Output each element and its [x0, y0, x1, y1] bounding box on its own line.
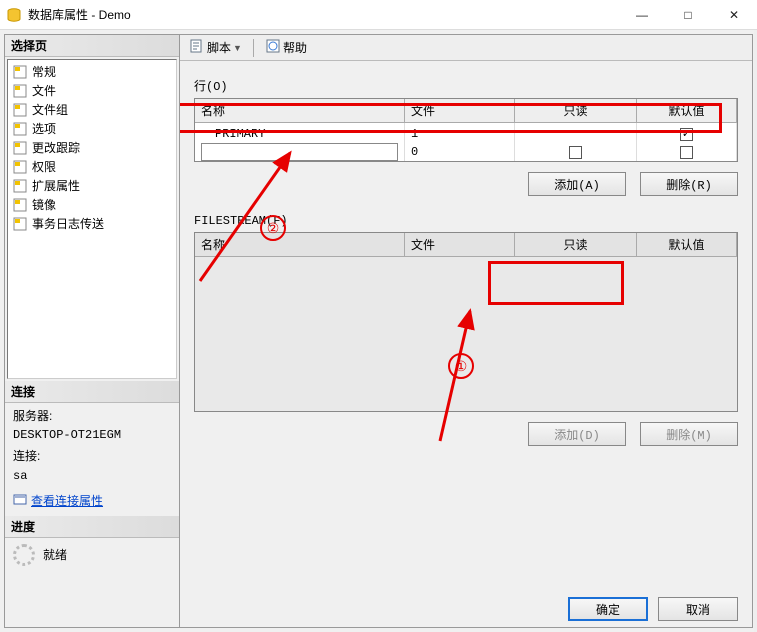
col-name: 名称 — [195, 233, 405, 257]
page-label: 事务日志传送 — [32, 215, 104, 232]
login-label: 连接: — [13, 447, 171, 466]
help-button[interactable]: 帮助 — [262, 37, 310, 58]
cell-readonly[interactable] — [515, 141, 637, 162]
col-files: 文件 — [405, 99, 515, 123]
page-item-general[interactable]: 常规 — [10, 62, 174, 81]
section-connection: 连接 — [5, 381, 179, 403]
progress-box: 就绪 — [5, 538, 179, 572]
chevron-down-icon: ▼ — [233, 43, 242, 53]
delete-row-button[interactable]: 删除(R) — [640, 172, 738, 196]
page-item-extended[interactable]: 扩展属性 — [10, 176, 174, 195]
page-label: 选项 — [32, 120, 56, 137]
page-item-changetracking[interactable]: 更改跟踪 — [10, 138, 174, 157]
table-row[interactable]: 0 — [195, 141, 737, 162]
page-label: 镜像 — [32, 196, 56, 213]
rows-grid[interactable]: 名称 文件 只读 默认值 PRIMARY 1 0 — [194, 98, 738, 162]
col-readonly: 只读 — [515, 233, 637, 257]
page-label: 常规 — [32, 63, 56, 80]
page-icon — [12, 178, 28, 194]
page-list: 常规 文件 文件组 选项 更改跟踪 权限 扩展属性 镜像 事务日志传送 — [7, 59, 177, 379]
page-label: 更改跟踪 — [32, 139, 80, 156]
new-filegroup-name-input[interactable] — [201, 143, 398, 161]
col-default: 默认值 — [637, 233, 737, 257]
page-icon — [12, 121, 28, 137]
page-item-files[interactable]: 文件 — [10, 81, 174, 100]
page-label: 文件 — [32, 82, 56, 99]
page-label: 文件组 — [32, 101, 68, 118]
progress-spinner-icon — [13, 544, 35, 566]
filestream-grid[interactable]: 名称 文件 只读 默认值 — [194, 232, 738, 412]
script-label: 脚本 — [207, 39, 231, 56]
section-progress: 进度 — [5, 516, 179, 538]
view-connection-link[interactable]: 查看连接属性 — [31, 492, 103, 511]
table-row[interactable]: PRIMARY 1 — [195, 123, 737, 141]
cancel-button[interactable]: 取消 — [658, 597, 738, 621]
page-item-logshipping[interactable]: 事务日志传送 — [10, 214, 174, 233]
server-value: DESKTOP-OT21EGM — [13, 426, 171, 445]
help-icon — [265, 38, 281, 57]
right-panel: 脚本 ▼ 帮助 行(O) 名称 文件 只读 默认值 PRIMARY — [180, 35, 752, 627]
cell-default[interactable] — [637, 141, 737, 162]
page-icon — [12, 140, 28, 156]
page-item-filegroups[interactable]: 文件组 — [10, 100, 174, 119]
add-row-button[interactable]: 添加(A) — [528, 172, 626, 196]
link-icon — [13, 492, 27, 512]
page-icon — [12, 102, 28, 118]
page-icon — [12, 64, 28, 80]
col-default: 默认值 — [637, 99, 737, 123]
cell-files: 0 — [405, 141, 515, 162]
dialog-buttons: 确定 取消 — [568, 597, 738, 621]
checkbox-icon[interactable] — [680, 128, 693, 141]
page-icon — [12, 83, 28, 99]
server-label: 服务器: — [13, 407, 171, 426]
left-panel: 选择页 常规 文件 文件组 选项 更改跟踪 权限 扩展属性 镜像 事务日志传送 … — [5, 35, 180, 627]
page-item-options[interactable]: 选项 — [10, 119, 174, 138]
rows-grid-header: 名称 文件 只读 默认值 — [195, 99, 737, 123]
help-label: 帮助 — [283, 39, 307, 56]
login-value: sa — [13, 467, 171, 486]
window-controls: — □ ✕ — [619, 0, 757, 29]
col-files: 文件 — [405, 233, 515, 257]
cell-name[interactable] — [195, 141, 405, 162]
maximize-button[interactable]: □ — [665, 0, 711, 29]
page-label: 扩展属性 — [32, 177, 80, 194]
connection-box: 服务器: DESKTOP-OT21EGM 连接: sa 查看连接属性 — [5, 403, 179, 516]
annotation-number-1: ① — [448, 353, 474, 379]
section-select-page: 选择页 — [5, 35, 179, 57]
page-item-mirroring[interactable]: 镜像 — [10, 195, 174, 214]
col-readonly: 只读 — [515, 99, 637, 123]
col-name: 名称 — [195, 99, 405, 123]
toolbar-separator — [253, 39, 254, 57]
page-icon — [12, 216, 28, 232]
ok-button[interactable]: 确定 — [568, 597, 648, 621]
delete-filestream-button[interactable]: 删除(M) — [640, 422, 738, 446]
script-icon — [189, 38, 205, 57]
page-icon — [12, 197, 28, 213]
page-label: 权限 — [32, 158, 56, 175]
content-area: 行(O) 名称 文件 只读 默认值 PRIMARY 1 0 — [180, 61, 752, 627]
page-icon — [12, 159, 28, 175]
rows-group-label: 行(O) — [194, 77, 738, 94]
progress-label: 就绪 — [43, 546, 67, 563]
annotation-number-2: ② — [260, 215, 286, 241]
window-title: 数据库属性 - Demo — [28, 6, 619, 23]
toolbar: 脚本 ▼ 帮助 — [180, 35, 752, 61]
add-filestream-button[interactable]: 添加(D) — [528, 422, 626, 446]
close-button[interactable]: ✕ — [711, 0, 757, 29]
checkbox-icon[interactable] — [680, 146, 693, 159]
checkbox-icon[interactable] — [569, 146, 582, 159]
minimize-button[interactable]: — — [619, 0, 665, 29]
database-icon — [6, 7, 22, 23]
page-item-permissions[interactable]: 权限 — [10, 157, 174, 176]
title-bar: 数据库属性 - Demo — □ ✕ — [0, 0, 757, 30]
script-button[interactable]: 脚本 ▼ — [186, 37, 245, 58]
